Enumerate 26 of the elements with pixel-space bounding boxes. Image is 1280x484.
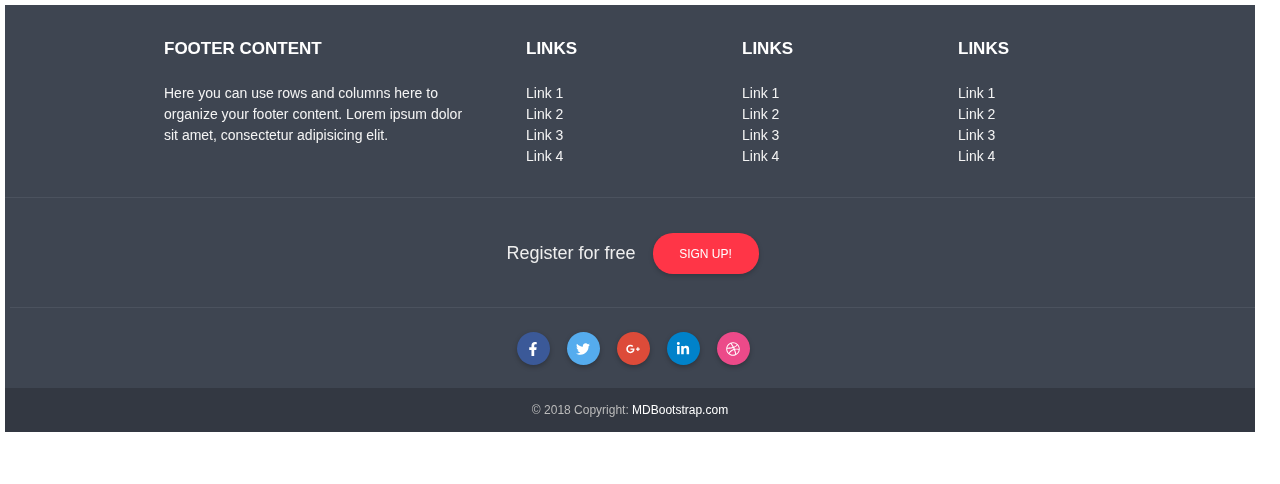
links-heading: LINKS (958, 39, 1010, 59)
linkedin-icon[interactable] (666, 332, 700, 365)
links-heading: LINKS (742, 39, 794, 59)
footer-link[interactable]: Link 3 (526, 125, 564, 146)
footer-link[interactable]: Link 2 (742, 104, 780, 125)
google-plus-icon[interactable] (616, 332, 650, 365)
footer-description: Here you can use rows and columns here to organize your footer content. Lorem ipsum dolor sit amet, consectetur adipisicing elit. (164, 84, 464, 145)
footer-link[interactable]: Link 2 (958, 104, 996, 125)
copyright-link[interactable]: MDBootstrap.com (632, 403, 729, 417)
links-heading: LINKS (526, 39, 578, 59)
footer-link[interactable]: Link 3 (958, 125, 996, 146)
dribbble-icon[interactable] (716, 332, 750, 365)
footer-link[interactable]: Link 4 (742, 146, 780, 167)
register-text: Register for free (506, 243, 636, 264)
footer-heading: FOOTER CONTENT (164, 39, 323, 59)
footer-link[interactable]: Link 1 (958, 83, 996, 104)
twitter-icon[interactable] (566, 332, 600, 365)
footer-link[interactable]: Link 1 (526, 83, 564, 104)
footer-link[interactable]: Link 4 (526, 146, 564, 167)
footer-link[interactable]: Link 3 (742, 125, 780, 146)
copyright-text: © 2018 Copyright: (531, 403, 630, 417)
sign-up-button[interactable]: SIGN UP! (652, 233, 759, 274)
footer-link[interactable]: Link 4 (958, 146, 996, 167)
footer-link[interactable]: Link 1 (742, 83, 780, 104)
facebook-icon[interactable] (516, 332, 550, 365)
footer-link[interactable]: Link 2 (526, 104, 564, 125)
